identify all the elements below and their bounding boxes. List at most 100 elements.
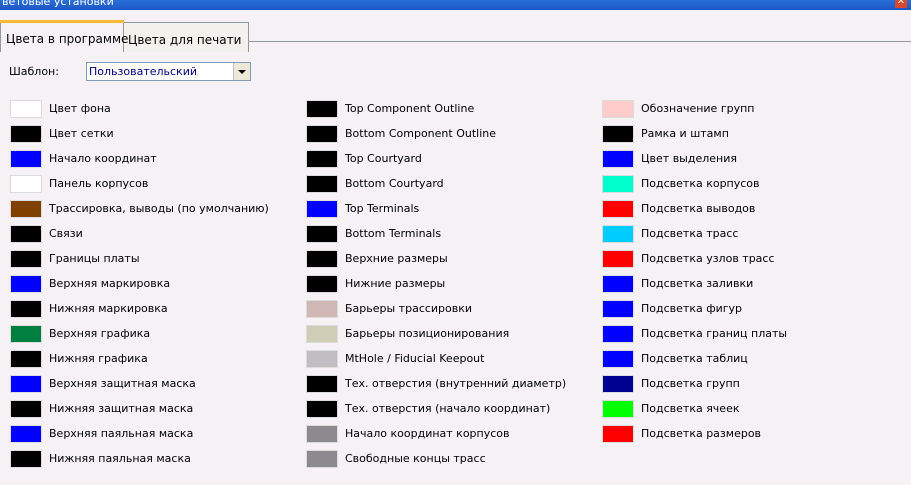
color-swatch[interactable] [306,125,338,143]
color-swatch[interactable] [306,100,338,118]
color-item-label: MtHole / Fiducial Keepout [345,352,485,365]
color-swatch[interactable] [602,300,634,318]
color-item-label: Связи [49,227,83,240]
template-label: Шаблон: [9,65,59,78]
color-swatch[interactable] [602,350,634,368]
color-swatch[interactable] [10,250,42,268]
color-item-label: Нижняя графика [49,352,148,365]
color-item-label: Подсветка трасс [641,227,739,240]
color-item-label: Bottom Terminals [345,227,442,240]
color-swatch[interactable] [306,150,338,168]
color-swatch[interactable] [306,375,338,393]
color-item-label: Тех. отверстия (внутренний диаметр) [345,377,567,390]
color-swatch[interactable] [602,125,634,143]
color-item-label: Подсветка узлов трасс [641,252,775,265]
color-swatch[interactable] [306,250,338,268]
color-item-label: Bottom Component Outline [345,127,496,140]
color-item-label: Нижняя паяльная маска [49,452,191,465]
color-swatch[interactable] [10,400,42,418]
color-swatch[interactable] [10,450,42,468]
color-item-label: Подсветка корпусов [641,177,760,190]
color-item-label: Цвет сетки [49,127,114,140]
color-item-label: Барьеры трассировки [345,302,473,315]
color-swatch[interactable] [306,175,338,193]
color-swatch[interactable] [602,100,634,118]
color-item-label: Обозначение групп [641,102,755,115]
color-item-label: Подсветка размеров [641,427,762,440]
color-item-label: Top Component Outline [345,102,475,115]
chevron-down-icon[interactable] [233,63,250,80]
close-icon[interactable]: ✕ [895,0,907,8]
color-swatch[interactable] [602,375,634,393]
color-item-label: Верхние размеры [345,252,448,265]
color-swatch[interactable] [10,275,42,293]
color-item-label: Подсветка границ платы [641,327,788,340]
color-item-label: Начало координат корпусов [345,427,510,440]
color-item-label: Top Terminals [345,202,420,215]
color-item-label: Bottom Courtyard [345,177,444,190]
color-item-label: Тех. отверстия (начало координат) [345,402,551,415]
color-item-label: Начало координат [49,152,157,165]
color-item-label: Границы платы [49,252,140,265]
color-item-label: Нижняя маркировка [49,302,168,315]
color-swatch[interactable] [306,425,338,443]
color-swatch[interactable] [306,275,338,293]
color-swatch[interactable] [602,250,634,268]
color-item-label: Подсветка ячеек [641,402,740,415]
color-swatch[interactable] [602,275,634,293]
color-item-label: Панель корпусов [49,177,149,190]
color-item-label: Подсветка таблиц [641,352,748,365]
tab-print-colors[interactable]: Цвета для печати [123,22,249,52]
color-swatch[interactable] [10,375,42,393]
color-item-label: Верхняя паяльная маска [49,427,194,440]
template-select[interactable]: Пользовательский [86,62,251,81]
color-item-label: Рамка и штамп [641,127,729,140]
template-select-value: Пользовательский [89,65,197,78]
color-item-label: Цвет выделения [641,152,737,165]
color-swatch[interactable] [602,425,634,443]
color-swatch[interactable] [10,425,42,443]
color-swatch[interactable] [10,175,42,193]
color-item-label: Трассировка, выводы (по умолчанию) [49,202,269,215]
color-swatch[interactable] [306,350,338,368]
color-swatch[interactable] [602,400,634,418]
color-item-label: Верхняя графика [49,327,151,340]
color-swatch[interactable] [306,300,338,318]
color-swatch[interactable] [10,150,42,168]
tab-program-colors[interactable]: Цвета в программе [0,20,128,52]
color-item-label: Top Courtyard [345,152,422,165]
color-item-label: Подсветка выводов [641,202,756,215]
color-item-label: Нижняя защитная маска [49,402,194,415]
color-item-label: Верхняя маркировка [49,277,171,290]
color-item-label: Свободные концы трасс [345,452,486,465]
color-swatch[interactable] [306,450,338,468]
color-swatch[interactable] [10,325,42,343]
color-swatch[interactable] [10,125,42,143]
color-item-label: Нижние размеры [345,277,446,290]
color-swatch[interactable] [10,100,42,118]
window-title: ветовые установки [2,0,114,8]
color-swatch[interactable] [602,175,634,193]
color-item-label: Цвет фона [49,102,111,115]
tab-strip: Цвета в программе Цвета для печати [0,10,911,52]
color-swatch[interactable] [306,225,338,243]
color-swatch[interactable] [602,150,634,168]
color-swatch[interactable] [306,400,338,418]
title-bar: ветовые установки ✕ [0,0,911,10]
tab-program-colors-label: Цвета в программе [6,32,129,46]
color-swatch[interactable] [602,225,634,243]
color-item-label: Подсветка фигур [641,302,743,315]
tab-divider [249,41,911,42]
color-swatch[interactable] [10,225,42,243]
tab-print-colors-label: Цвета для печати [128,33,242,47]
color-item-label: Барьеры позиционирования [345,327,510,340]
color-swatch[interactable] [602,325,634,343]
color-swatch[interactable] [10,300,42,318]
color-item-label: Верхняя защитная маска [49,377,196,390]
color-swatch[interactable] [306,200,338,218]
color-swatch[interactable] [10,200,42,218]
color-swatch[interactable] [602,200,634,218]
color-swatch[interactable] [10,350,42,368]
color-swatch[interactable] [306,325,338,343]
color-item-label: Подсветка заливки [641,277,754,290]
